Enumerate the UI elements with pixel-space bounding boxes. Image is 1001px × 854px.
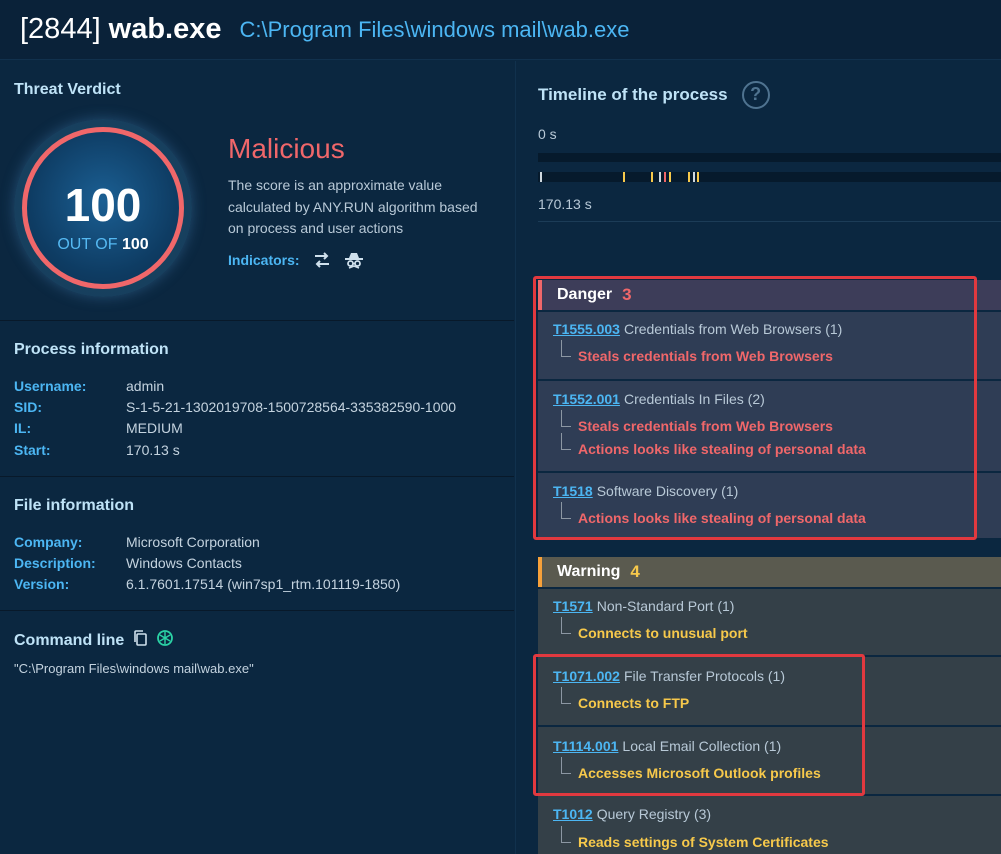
technique-name: Query Registry (3): [596, 806, 712, 822]
indicators-label: Indicators:: [228, 252, 300, 268]
process-name: wab.exe: [108, 13, 222, 45]
timeline-event-mark: [693, 172, 695, 182]
timeline-track: [538, 153, 1001, 162]
divider: [0, 320, 514, 321]
indicator-text: Reads settings of System Certificates: [578, 834, 829, 850]
start-key: Start:: [14, 442, 51, 458]
process-header: [2844] wab.exe C:\Program Files\windows …: [0, 0, 1001, 60]
indicator-text: Connects to unusual port: [578, 625, 748, 641]
tree-branch: [561, 826, 571, 843]
left-panel: Threat Verdict 100 OUT OF 100 Malicious …: [0, 61, 514, 854]
timeline-header: Timeline of the process ?: [538, 81, 770, 109]
technique-link[interactable]: T1571: [553, 598, 593, 614]
version-value: 6.1.7601.17514 (win7sp1_rtm.101119-1850): [126, 576, 401, 592]
company-key: Company:: [14, 534, 83, 550]
sid-key: SID:: [14, 399, 42, 415]
divider: [538, 221, 1001, 222]
il-key: IL:: [14, 420, 32, 436]
timeline-event-mark: [651, 172, 653, 182]
username-value: admin: [126, 378, 165, 394]
out-of-label: OUT OF: [57, 236, 118, 253]
tree-branch: [561, 617, 571, 634]
technique-link[interactable]: T1012: [553, 806, 593, 822]
command-line-value: "C:\Program Files\windows mail\wab.exe": [14, 661, 254, 676]
file-info-title: File information: [14, 497, 134, 514]
score-value: 100: [64, 179, 142, 231]
timeline-title: Timeline of the process: [538, 85, 728, 104]
technique-name: Non-Standard Port (1): [596, 598, 735, 614]
verdict-label: Malicious: [228, 133, 345, 164]
process-path-link[interactable]: C:\Program Files\windows mail\wab.exe: [239, 17, 629, 43]
start-value: 170.13 s: [126, 442, 180, 458]
technique-line: T1012 Query Registry (3): [553, 806, 711, 822]
network-arrows-icon[interactable]: [312, 251, 332, 269]
process-info-title: Process information: [14, 341, 169, 358]
help-icon[interactable]: ?: [741, 81, 770, 109]
ai-explain-icon[interactable]: [156, 629, 174, 652]
timeline-event-mark: [697, 172, 699, 182]
timeline-events[interactable]: [538, 172, 1001, 182]
indicator-detail: Connects to unusual port: [553, 617, 748, 641]
timeline-event-mark: [540, 172, 542, 182]
timeline-event-mark: [659, 172, 661, 182]
description-key: Description:: [14, 555, 96, 571]
timeline-end-label: 170.13 s: [538, 196, 592, 212]
score-out-of: OUT OF 100: [27, 236, 179, 254]
indicator-detail: Reads settings of System Certificates: [553, 826, 829, 850]
process-pid: [2844]: [20, 13, 101, 45]
timeline-event-mark: [664, 172, 666, 182]
warning-item: T1571 Non-Standard Port (1) Connects to u…: [538, 589, 1001, 655]
command-line-header: Command line: [14, 629, 174, 652]
timeline-event-mark: [688, 172, 690, 182]
description-value: Windows Contacts: [126, 555, 242, 571]
divider: [0, 610, 514, 611]
danger-highlight-box: [533, 276, 977, 540]
warning-count: 4: [630, 562, 640, 581]
version-key: Version:: [14, 576, 70, 592]
copy-icon[interactable]: [132, 629, 148, 652]
technique-line: T1571 Non-Standard Port (1): [553, 598, 734, 614]
timeline-event-mark: [623, 172, 625, 182]
sid-value: S-1-5-21-1302019708-1500728564-335382590…: [126, 399, 457, 415]
warning-highlight-box: [533, 654, 865, 796]
score-gauge: 100 OUT OF 100: [14, 119, 192, 297]
warning-item: T1012 Query Registry (3) Reads settings o…: [538, 796, 1001, 854]
timeline-event-mark: [669, 172, 671, 182]
warning-label: Warning: [557, 563, 621, 580]
threat-verdict-title: Threat Verdict: [14, 81, 121, 98]
timeline-start-label: 0 s: [538, 126, 557, 142]
il-value: MEDIUM: [126, 420, 183, 436]
company-value: Microsoft Corporation: [126, 534, 260, 550]
username-key: Username:: [14, 378, 87, 394]
divider: [0, 476, 514, 477]
command-line-title: Command line: [14, 631, 125, 649]
score-ring: 100 OUT OF 100: [22, 127, 184, 289]
out-of-value: 100: [121, 236, 149, 253]
indicators-row: Indicators:: [228, 251, 364, 269]
verdict-description: The score is an approximate value calcul…: [228, 177, 478, 236]
warning-group-header[interactable]: Warning 4: [538, 557, 1001, 587]
spy-icon[interactable]: [344, 251, 364, 269]
